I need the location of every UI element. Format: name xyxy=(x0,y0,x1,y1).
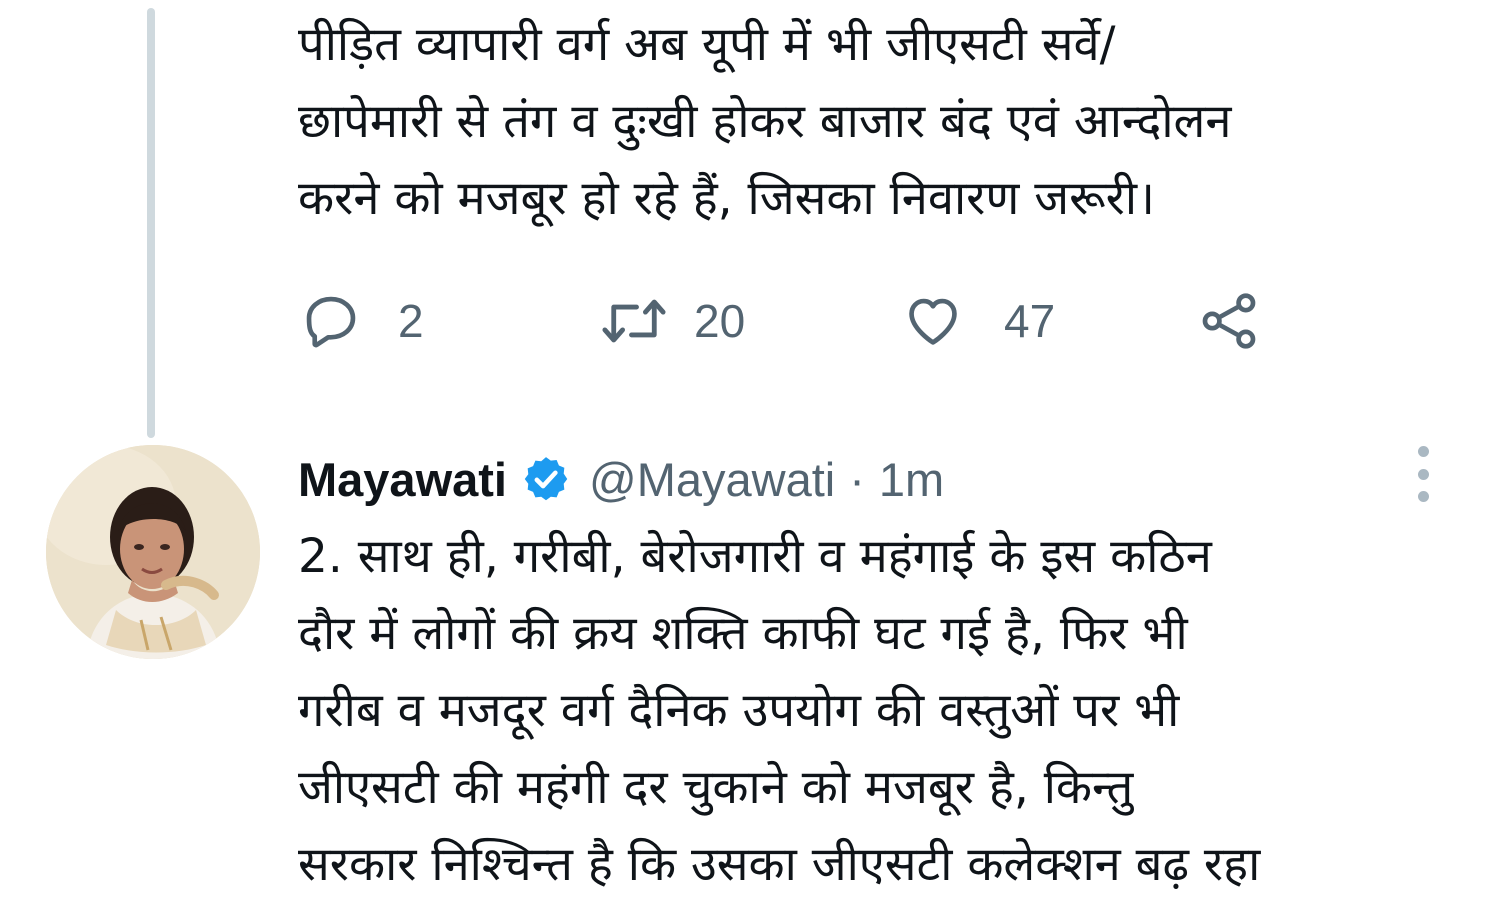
author-name[interactable]: Mayawati xyxy=(298,452,507,507)
tweet-timestamp[interactable]: 1m xyxy=(879,452,944,507)
author-avatar[interactable] xyxy=(46,445,260,659)
tweet-action-bar: 2 20 47 xyxy=(300,285,1300,357)
reply-count: 2 xyxy=(398,295,424,347)
tweet-header: Mayawati @Mayawati · 1m xyxy=(298,446,944,512)
more-dot xyxy=(1417,446,1429,457)
retweet-icon xyxy=(596,290,672,352)
verified-badge-icon xyxy=(521,454,571,504)
more-options-icon[interactable] xyxy=(1406,446,1440,502)
previous-tweet-text: पीड़ित व्यापारी वर्ग अब यूपी में भी जीएस… xyxy=(298,17,1232,226)
header-separator: · xyxy=(849,452,865,506)
thread-connector-line xyxy=(147,8,155,438)
author-handle[interactable]: @Mayawati xyxy=(589,452,835,507)
share-button[interactable] xyxy=(1196,285,1262,357)
reply-button[interactable]: 2 xyxy=(300,285,424,357)
retweet-count: 20 xyxy=(694,295,746,347)
tweet-text: 2. साथ ही, गरीबी, बेरोजगारी व महंगाई के … xyxy=(298,529,1261,892)
like-button[interactable]: 47 xyxy=(900,285,1055,357)
more-dot xyxy=(1417,468,1429,480)
more-dot xyxy=(1417,491,1429,502)
retweet-button[interactable]: 20 xyxy=(596,285,745,357)
like-count: 47 xyxy=(1004,295,1056,347)
reply-icon xyxy=(300,290,362,352)
share-icon xyxy=(1196,290,1262,352)
heart-icon xyxy=(900,290,966,352)
